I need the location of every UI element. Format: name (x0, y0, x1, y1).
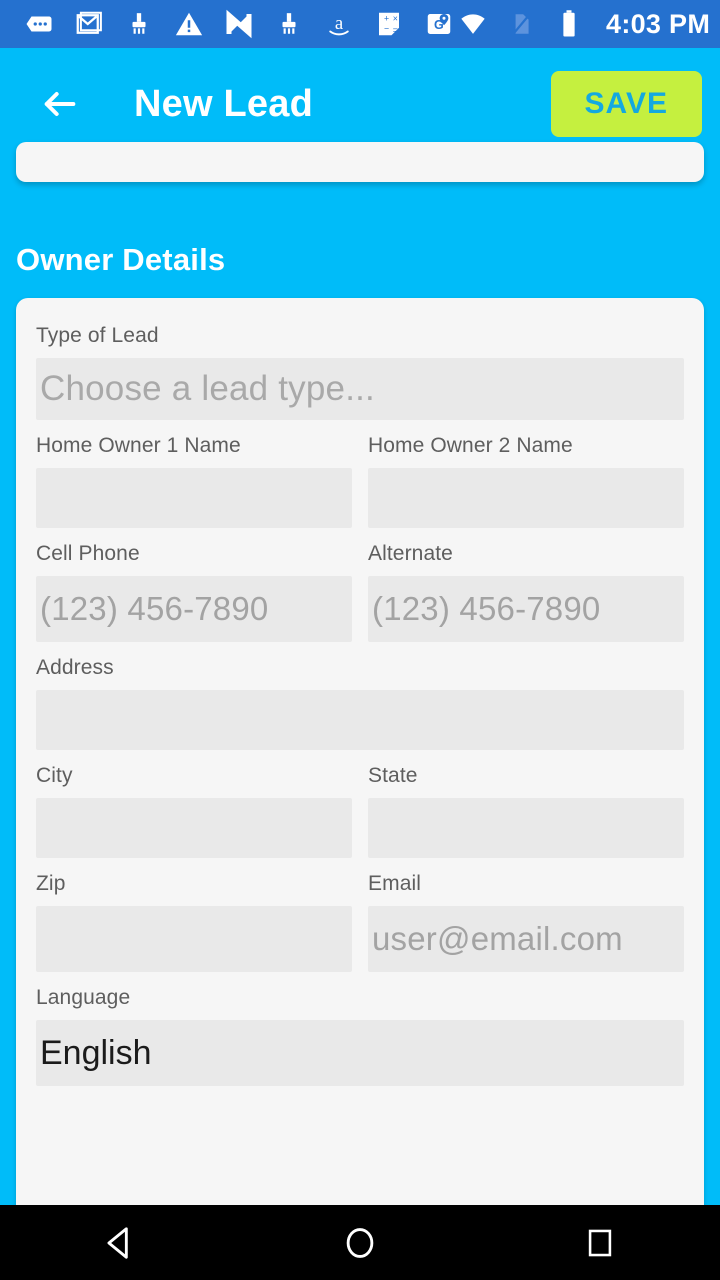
input-home-owner-1[interactable] (36, 468, 352, 528)
phone-screen: a + × − = G 4:03 PM New Lead SAVE Owner … (0, 0, 720, 1280)
page-title: New Lead (134, 82, 313, 125)
label-language: Language (36, 986, 131, 1009)
label-home-owner-1: Home Owner 1 Name (36, 434, 241, 457)
back-arrow-icon[interactable] (34, 78, 86, 130)
row-phones: Cell Phone (123) 456-7890 Alternate (123… (36, 542, 684, 656)
field-email: Email user@email.com (368, 872, 684, 972)
save-button[interactable]: SAVE (550, 71, 702, 137)
input-alternate-phone[interactable]: (123) 456-7890 (368, 576, 684, 642)
field-type-of-lead: Type of Lead Choose a lead type... (36, 324, 684, 420)
nav-home-icon[interactable] (315, 1205, 405, 1280)
label-zip: Zip (36, 872, 66, 895)
label-alternate-phone: Alternate (368, 542, 453, 565)
scrolled-card-edge (16, 142, 704, 182)
row-owner-names: Home Owner 1 Name Home Owner 2 Name (36, 434, 684, 542)
field-language: Language English (36, 986, 684, 1086)
svg-text:−: − (384, 24, 389, 34)
input-address[interactable] (36, 690, 684, 750)
field-home-owner-1: Home Owner 1 Name (36, 434, 352, 528)
gmail-icon (72, 7, 106, 41)
label-state: State (368, 764, 418, 787)
field-zip: Zip (36, 872, 352, 972)
nova-launcher-icon (222, 7, 256, 41)
nav-back-icon[interactable] (75, 1205, 165, 1280)
battery-icon (552, 7, 586, 41)
section-heading: Owner Details (16, 242, 226, 277)
row-city-state: City State (36, 764, 684, 872)
android-nav-bar (0, 1205, 720, 1280)
field-cell-phone: Cell Phone (123) 456-7890 (36, 542, 352, 642)
row-zip-email: Zip Email user@email.com (36, 872, 684, 986)
field-home-owner-2: Home Owner 2 Name (368, 434, 684, 528)
field-state: State (368, 764, 684, 858)
no-sim-icon (504, 7, 538, 41)
status-notification-icons: a + × − = G (22, 7, 456, 41)
status-bar: a + × − = G 4:03 PM (0, 0, 720, 48)
label-city: City (36, 764, 73, 787)
input-type-of-lead[interactable]: Choose a lead type... (36, 358, 684, 420)
input-city[interactable] (36, 798, 352, 858)
value-language: English (40, 1033, 152, 1072)
svg-text:=: = (393, 25, 398, 35)
wifi-icon (456, 7, 490, 41)
warning-triangle-icon (172, 7, 206, 41)
placeholder-email: user@email.com (372, 920, 623, 957)
field-alternate-phone: Alternate (123) 456-7890 (368, 542, 684, 642)
placeholder-type-of-lead: Choose a lead type... (40, 369, 375, 408)
nav-recents-icon[interactable] (555, 1205, 645, 1280)
status-system-icons: 4:03 PM (456, 7, 710, 41)
field-city: City (36, 764, 352, 858)
input-home-owner-2[interactable] (368, 468, 684, 528)
svg-text:×: × (393, 14, 398, 24)
google-maps-icon: G (422, 7, 456, 41)
owner-details-card: Type of Lead Choose a lead type... Home … (16, 298, 704, 1218)
clock-text: 4:03 PM (606, 8, 711, 39)
placeholder-cell-phone: (123) 456-7890 (40, 590, 269, 627)
input-cell-phone[interactable]: (123) 456-7890 (36, 576, 352, 642)
label-email: Email (368, 872, 422, 895)
placeholder-alternate-phone: (123) 456-7890 (372, 590, 601, 627)
svg-text:a: a (335, 13, 344, 34)
calculator-icon: + × − = (372, 7, 406, 41)
cleaner-brush-icon (122, 7, 156, 41)
input-state[interactable] (368, 798, 684, 858)
input-language[interactable]: English (36, 1020, 684, 1086)
field-address: Address (36, 656, 684, 750)
svg-text:+: + (384, 14, 389, 24)
label-home-owner-2: Home Owner 2 Name (368, 434, 573, 457)
previous-card-peek (0, 142, 720, 220)
input-email[interactable]: user@email.com (368, 906, 684, 972)
amazon-icon: a (322, 7, 356, 41)
messages-icon (22, 7, 56, 41)
label-type-of-lead: Type of Lead (36, 324, 159, 347)
cleaner-brush-icon-2 (272, 7, 306, 41)
label-cell-phone: Cell Phone (36, 542, 140, 565)
label-address: Address (36, 656, 114, 679)
input-zip[interactable] (36, 906, 352, 972)
